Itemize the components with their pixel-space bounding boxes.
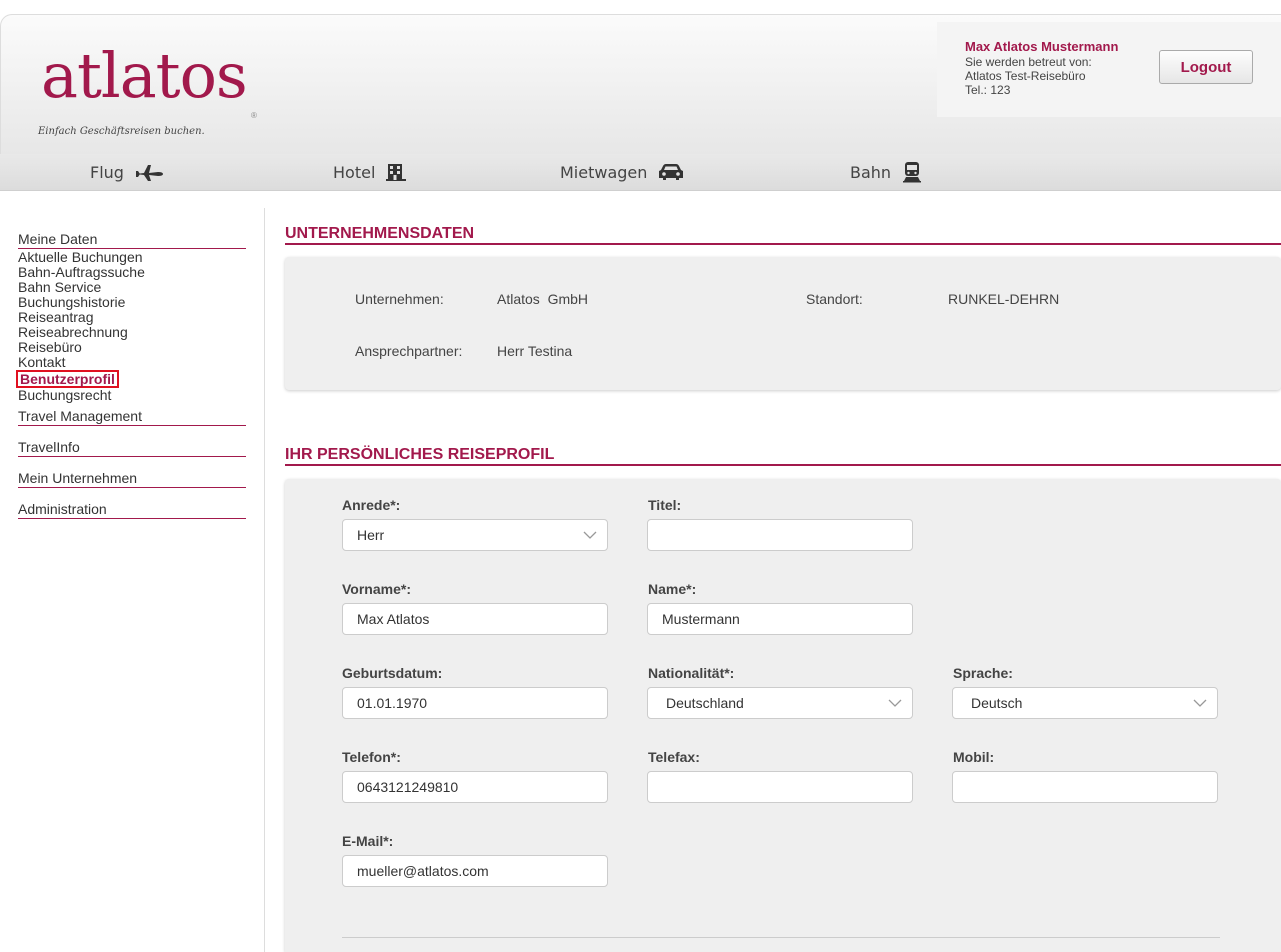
anrede-value: Herr — [357, 527, 385, 543]
section-title-profile: IHR PERSÖNLICHES REISEPROFIL — [285, 446, 555, 463]
sidebar-item-buchungshistorie[interactable]: Buchungshistorie — [18, 295, 246, 310]
plane-icon — [135, 165, 163, 181]
sidebar-item-buchungsrecht[interactable]: Buchungsrecht — [18, 388, 246, 403]
anrede-select[interactable]: Herr — [342, 519, 608, 551]
email-label: E-Mail*: — [342, 833, 394, 849]
geburtsdatum-label: Geburtsdatum: — [342, 665, 443, 681]
company-name-label: Unternehmen: — [355, 291, 444, 307]
telefax-input[interactable] — [647, 771, 913, 803]
sidebar-item-reisebuero[interactable]: Reisebüro — [18, 340, 246, 355]
nav-mietwagen[interactable]: Mietwagen — [560, 154, 685, 190]
building-icon — [386, 164, 407, 181]
nationalitaet-label: Nationalität*: — [648, 665, 735, 681]
nav-mietwagen-label: Mietwagen — [560, 162, 648, 182]
sprache-label: Sprache: — [953, 665, 1013, 681]
sidebar-item-mein-unternehmen[interactable]: Mein Unternehmen — [18, 469, 246, 488]
logo[interactable]: atlatos — [41, 45, 248, 107]
sidebar-item-travelinfo[interactable]: TravelInfo — [18, 438, 246, 457]
nav-hotel-label: Hotel — [333, 162, 376, 182]
sidebar-item-travel-management[interactable]: Travel Management — [18, 407, 246, 426]
section-rule-company — [285, 243, 1281, 245]
user-agency-phone: Tel.: 123 — [965, 83, 1011, 97]
logout-button[interactable]: Logout — [1159, 50, 1253, 84]
vorname-input[interactable]: Max Atlatos — [342, 603, 608, 635]
content-divider — [264, 208, 265, 952]
tagline: Einfach Geschäftsreisen buchen. — [38, 126, 205, 137]
sidebar-item-bahn-auftragssuche[interactable]: Bahn-Auftragssuche — [18, 265, 246, 280]
car-icon — [659, 164, 684, 180]
geburtsdatum-input[interactable]: 01.01.1970 — [342, 687, 608, 719]
telefax-label: Telefax: — [648, 749, 700, 765]
nav-hotel[interactable]: Hotel — [333, 154, 407, 190]
chevron-down-icon — [583, 531, 597, 539]
email-input[interactable]: mueller@atlatos.com — [342, 855, 608, 887]
telefon-input[interactable]: 0643121249810 — [342, 771, 608, 803]
nav-bahn-label: Bahn — [850, 162, 892, 182]
contact-person-label: Ansprechpartner: — [355, 343, 463, 359]
vorname-label: Vorname*: — [342, 581, 411, 597]
sidebar-item-meine-daten[interactable]: Meine Daten — [18, 230, 246, 249]
titel-input[interactable] — [647, 519, 913, 551]
telefon-label: Telefon*: — [342, 749, 401, 765]
sidebar-item-benutzerprofil[interactable]: Benutzerprofil — [16, 370, 119, 388]
sprache-value: Deutsch — [971, 695, 1023, 711]
section-title-company: UNTERNEHMENSDATEN — [285, 225, 475, 242]
anrede-label: Anrede*: — [342, 497, 401, 513]
sidebar-item-reiseantrag[interactable]: Reiseantrag — [18, 310, 246, 325]
company-location-label: Standort: — [806, 291, 863, 307]
mobil-input[interactable] — [952, 771, 1218, 803]
form-divider — [342, 937, 1220, 938]
train-icon — [903, 162, 922, 183]
user-info-box: Max Atlatos Mustermann Sie werden betreu… — [937, 22, 1281, 117]
sidebar-item-bahn-service[interactable]: Bahn Service — [18, 280, 246, 295]
chevron-down-icon — [1193, 699, 1207, 707]
user-agency-name: Atlatos Test-Reisebüro — [965, 69, 1086, 83]
company-location-value: RUNKEL-DEHRN — [948, 291, 1060, 307]
nav-flug-label: Flug — [90, 162, 124, 182]
contact-person-value: Herr Testina — [497, 343, 573, 359]
company-panel: Unternehmen: Atlatos GmbH Standort: RUNK… — [285, 257, 1281, 390]
titel-label: Titel: — [648, 497, 682, 513]
name-input[interactable]: Mustermann — [647, 603, 913, 635]
user-agency-label: Sie werden betreut von: — [965, 55, 1092, 69]
section-rule-profile — [285, 464, 1281, 466]
sidebar-item-kontakt[interactable]: Kontakt — [18, 355, 246, 370]
sprache-select[interactable]: Deutsch — [952, 687, 1218, 719]
user-name: Max Atlatos Mustermann — [965, 39, 1119, 54]
nav-flug[interactable]: Flug — [90, 154, 164, 190]
mobil-label: Mobil: — [953, 749, 995, 765]
company-name-value: Atlatos GmbH — [497, 291, 589, 307]
sidebar-item-aktuelle-buchungen[interactable]: Aktuelle Buchungen — [18, 250, 246, 265]
sidebar: Meine Daten Aktuelle Buchungen Bahn-Auft… — [16, 230, 246, 519]
name-label: Name*: — [648, 581, 697, 597]
sidebar-item-administration[interactable]: Administration — [18, 500, 246, 519]
nav-bahn[interactable]: Bahn — [850, 154, 923, 190]
main-nav: Flug Hotel Mietwagen Bahn — [0, 154, 1281, 191]
nationalitaet-value: Deutschland — [666, 695, 744, 711]
sidebar-item-reiseabrechnung[interactable]: Reiseabrechnung — [18, 325, 246, 340]
chevron-down-icon — [888, 699, 902, 707]
nationalitaet-select[interactable]: Deutschland — [647, 687, 913, 719]
logo-registered-mark: ® — [251, 111, 257, 120]
